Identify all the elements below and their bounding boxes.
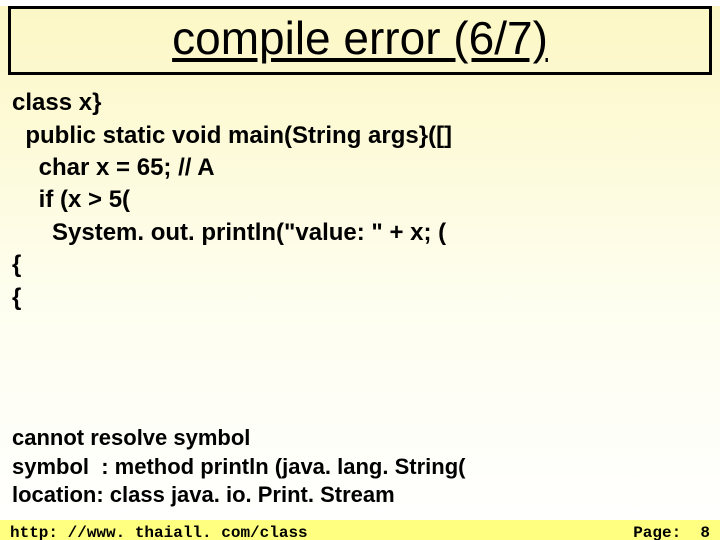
footer-page: Page: 8 [633, 524, 710, 540]
error-message: cannot resolve symbol symbol : method pr… [12, 424, 465, 510]
slide-title: compile error (6/7) [8, 6, 712, 75]
slide: compile error (6/7) class x} public stat… [0, 6, 720, 540]
code-block: class x} public static void main(String … [12, 87, 710, 314]
footer-url: http: //www. thaiall. com/class [10, 524, 308, 540]
footer-bar: http: //www. thaiall. com/class Page: 8 [0, 520, 720, 540]
